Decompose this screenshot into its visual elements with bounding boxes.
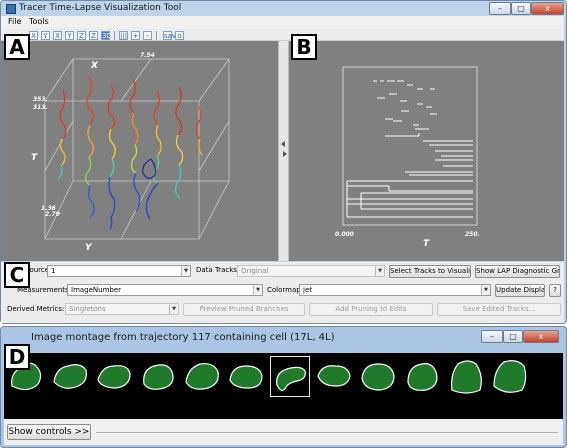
axis-x-label: X [91,61,98,71]
tick-left-top: 353. [33,96,48,103]
figure-label-c: C [4,262,30,288]
montage-frame[interactable] [94,356,134,397]
montage-title-bar: Image montage from trajectory 117 contai… [1,327,566,347]
derived-metrics-select[interactable]: Singletons ▼ [65,303,179,315]
view-y-icon[interactable]: Y [41,31,50,40]
lineage-plot[interactable] [289,41,564,261]
menu-bar: File Tools [1,16,564,29]
montage-bottom-bar: Show controls >> [4,419,563,445]
image-montage [4,353,563,419]
montage-frame-selected[interactable] [270,356,310,397]
controls-panel: Source: 1 ▼ Data Tracks: Original ▼ Select… [1,262,564,323]
toolbar: X Y X Y Z Z 3D ||| + - save o [1,29,564,41]
montage-frame[interactable] [358,356,398,397]
chevron-down-icon: ▼ [481,285,490,295]
track-segments [346,80,473,218]
figure-label-d: D [4,344,30,370]
minimize-button[interactable]: – [489,2,511,15]
montage-title: Image montage from trajectory 117 contai… [31,332,335,343]
divider [96,432,558,433]
save-edited-tracks-button[interactable]: Save Edited Tracks... [437,303,561,316]
trajectories [57,76,203,230]
x-axis-label: T [423,239,430,249]
montage-frame[interactable] [314,356,354,397]
data-tracks-select[interactable]: Original ▼ [237,265,385,277]
tick-left-mid: 313. [33,104,48,111]
pan-icon[interactable]: + [131,31,140,40]
chevron-down-icon: ▼ [253,285,262,295]
cube-3d-icon[interactable]: 3D [101,31,112,40]
tick-top: 7.54 [140,52,155,59]
tick-left-bot2: 2.79 [45,211,60,218]
close-button[interactable]: x [531,2,564,15]
title-bar: Tracer Time-Lapse Visualization Tool – □… [1,1,566,17]
collapse-right-icon[interactable] [283,151,287,157]
montage-close-button[interactable]: x [523,330,559,343]
menu-tools[interactable]: Tools [29,17,49,26]
montage-frame[interactable] [490,356,530,397]
add-pruning-button[interactable]: Add Pruning to Edits [309,303,433,316]
chevron-down-icon: ▼ [375,266,384,276]
axis-t-label: T [31,153,38,163]
lap-diagnostic-button[interactable]: Show LAP Diagnostic Graphs [475,265,560,278]
menu-file[interactable]: File [8,17,21,26]
montage-frame[interactable] [182,356,222,397]
view-x2-icon[interactable]: X [53,31,62,40]
montage-frame[interactable] [138,356,178,397]
figure-label-a: A [4,34,30,60]
app-icon [6,4,16,14]
x-max-tick: 250. [465,231,480,238]
colormap-label: Colormap: [267,286,304,294]
chevron-down-icon: ▼ [181,266,190,276]
panel-splitter[interactable] [278,41,289,261]
axes-icon[interactable]: ||| [119,31,128,40]
maximize-button[interactable]: □ [511,2,531,15]
reset-view-icon[interactable]: o [175,31,184,40]
view-y2-icon[interactable]: Y [65,31,74,40]
help-button[interactable]: ? [549,284,561,297]
trajectory-3d-plot[interactable] [1,41,278,261]
axis-y-label: Y [85,243,92,253]
x-min-tick: 0.000 [335,231,354,238]
zoom-icon[interactable]: - [143,31,152,40]
data-tracks-label: Data Tracks: [196,266,240,274]
montage-maximize-button[interactable]: □ [503,330,523,343]
montage-frame[interactable] [50,356,90,397]
toolbar-separator [114,31,115,40]
window-title: Tracer Time-Lapse Visualization Tool [19,3,182,13]
view-z-icon[interactable]: Z [77,31,86,40]
chevron-down-icon: ▼ [169,304,178,314]
source-select[interactable]: 1 ▼ [47,265,191,277]
measurements-select[interactable]: ImageNumber ▼ [67,284,263,296]
plot-frame [342,66,478,226]
save-icon[interactable]: save [163,31,180,40]
montage-minimize-button[interactable]: – [481,330,503,343]
select-tracks-button[interactable]: Select Tracks to Visualize... [389,265,471,278]
collapse-left-icon[interactable] [281,141,285,147]
preview-pruned-button[interactable]: Preview Pruned Branches [183,303,305,316]
toolbar-separator [156,31,157,40]
montage-frame[interactable] [402,356,442,397]
update-display-button[interactable]: Update Display [495,284,545,297]
plot-2d-panel[interactable]: 0.000 250. T [289,41,564,261]
plot-3d-panel[interactable]: X Y T 7.54 353. 313. 1.36 2.79 [1,41,278,261]
montage-frame[interactable] [446,356,486,397]
view-x-icon[interactable]: X [29,31,38,40]
colormap-select[interactable]: jet ▼ [299,284,491,296]
view-z2-icon[interactable]: Z [89,31,98,40]
derived-metrics-label: Derived Metrics: [7,305,65,313]
show-controls-button[interactable]: Show controls >> [7,424,91,440]
montage-frame[interactable] [226,356,266,397]
figure-label-b: B [291,34,317,60]
